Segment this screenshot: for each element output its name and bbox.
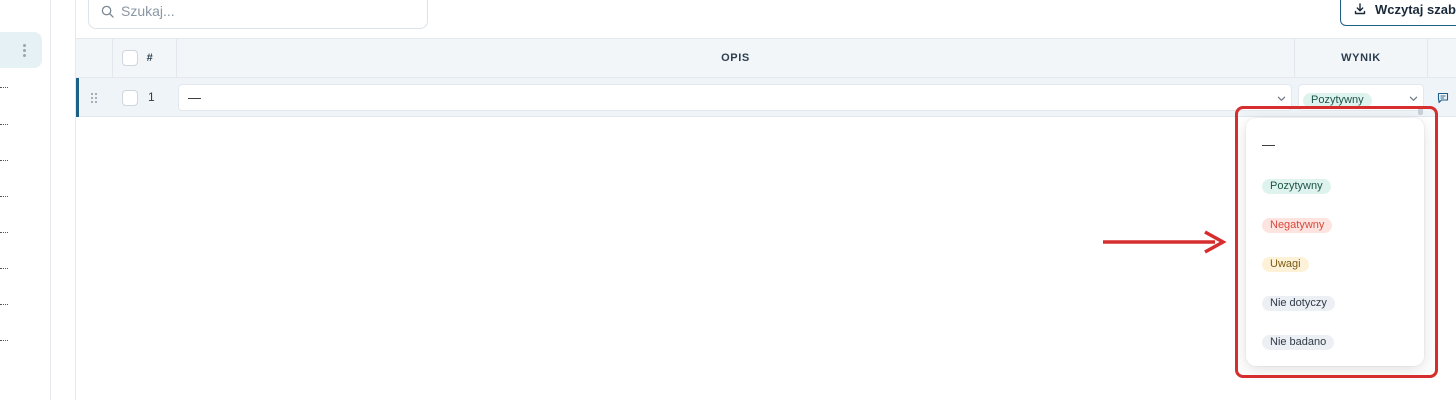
chevron-down-icon <box>1277 96 1286 101</box>
load-template-button[interactable]: Wczytaj szabl <box>1340 0 1456 26</box>
opis-select[interactable]: — <box>178 84 1292 111</box>
row-selected-indicator <box>76 78 79 117</box>
sidebar-item[interactable] <box>0 304 8 306</box>
sidebar-item[interactable] <box>0 232 8 234</box>
select-all-checkbox[interactable] <box>122 39 138 77</box>
sidebar-item[interactable] <box>0 268 8 270</box>
kebab-menu-icon[interactable] <box>23 44 27 58</box>
sidebar-item[interactable] <box>0 340 8 342</box>
arrow-right-icon <box>1103 230 1227 254</box>
row-number: 1 <box>148 90 155 104</box>
column-header-opis[interactable]: OPIS <box>177 39 1294 77</box>
secondary-rail <box>51 0 76 400</box>
column-header-number: # <box>146 52 154 64</box>
app-root: Wczytaj szabl # OPIS WYNIK 1 — Pozytywny <box>0 0 1456 400</box>
search-input[interactable] <box>121 1 401 21</box>
sidebar <box>0 0 51 400</box>
download-icon <box>1354 3 1366 15</box>
sidebar-item[interactable] <box>0 160 8 162</box>
sidebar-active-item[interactable] <box>0 32 42 68</box>
chevron-down-icon <box>1409 96 1418 101</box>
opis-value: — <box>188 90 201 105</box>
table-header: # OPIS WYNIK <box>76 38 1456 78</box>
search-box[interactable] <box>88 0 428 29</box>
search-icon <box>101 5 114 18</box>
drag-handle-icon[interactable] <box>91 93 98 103</box>
highlight-box-annotation <box>1235 106 1438 378</box>
sidebar-item[interactable] <box>0 196 8 198</box>
sidebar-item[interactable] <box>0 124 8 126</box>
comment-icon[interactable] <box>1437 92 1449 104</box>
row-checkbox[interactable] <box>122 90 138 106</box>
sidebar-item[interactable] <box>0 87 8 89</box>
load-template-label: Wczytaj szabl <box>1375 1 1456 17</box>
column-header-wynik[interactable]: WYNIK <box>1295 39 1427 77</box>
